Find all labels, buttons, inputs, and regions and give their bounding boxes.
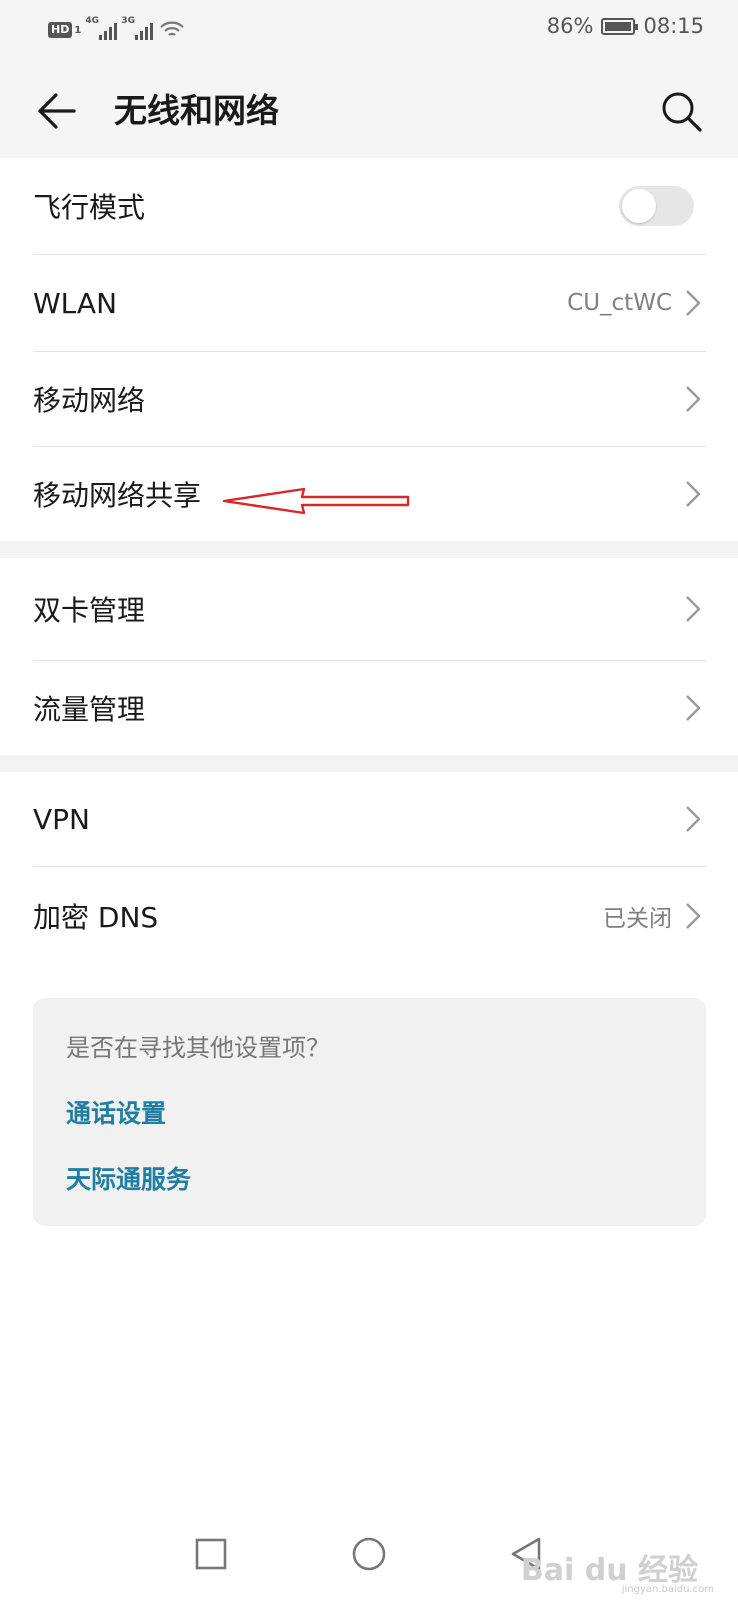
- app-bar: 无线和网络: [0, 64, 738, 158]
- private-dns-row[interactable]: 加密 DNS 已关闭: [0, 867, 738, 965]
- airplane-mode-toggle[interactable]: [619, 186, 694, 226]
- page-title: 无线和网络: [114, 91, 279, 130]
- battery-icon: [601, 17, 639, 35]
- chevron-right-icon: [686, 386, 701, 412]
- baidu-watermark: Bai du 经验: [520, 1553, 698, 1588]
- clock: 08:15: [643, 14, 704, 38]
- sim-number: 1: [74, 24, 82, 36]
- chevron-right-icon: [686, 695, 701, 721]
- watermark-url: jingyan.baidu.com: [621, 1584, 714, 1595]
- suggestions-card: 是否在寻找其他设置项？ 通话设置 天际通服务: [33, 998, 706, 1226]
- search-icon[interactable]: [658, 88, 704, 134]
- mobile-network-row[interactable]: 移动网络: [0, 352, 738, 446]
- data-usage-label: 流量管理: [33, 693, 146, 726]
- vpn-label: VPN: [33, 802, 90, 836]
- battery-percent: 86%: [546, 14, 594, 38]
- wlan-row[interactable]: WLAN CU_ctWC: [0, 255, 738, 351]
- home-circle-icon[interactable]: [349, 1534, 389, 1574]
- suggestions-question: 是否在寻找其他设置项？: [66, 1034, 330, 1062]
- sim2-signal-icon: 3G: [121, 16, 154, 40]
- annotation-arrow-icon: [222, 487, 410, 515]
- skytone-service-link[interactable]: 天际通服务: [66, 1160, 191, 1196]
- dual-sim-label: 双卡管理: [33, 594, 146, 627]
- recents-square-icon[interactable]: [191, 1534, 231, 1574]
- data-usage-row[interactable]: 流量管理: [0, 661, 738, 755]
- call-settings-link[interactable]: 通话设置: [66, 1094, 166, 1130]
- mobile-network-label: 移动网络: [33, 384, 146, 417]
- airplane-mode-label: 飞行模式: [33, 191, 146, 224]
- wlan-value: CU_ctWC: [567, 290, 672, 316]
- airplane-mode-row[interactable]: 飞行模式: [0, 158, 738, 254]
- dual-sim-row[interactable]: 双卡管理: [0, 558, 738, 660]
- status-bar: HD 1 4G 3G 86% 08:15: [0, 0, 738, 64]
- private-dns-label: 加密 DNS: [33, 901, 159, 934]
- back-arrow-icon[interactable]: [36, 91, 78, 131]
- chevron-right-icon: [686, 806, 701, 832]
- toggle-knob: [622, 189, 656, 223]
- wlan-label: WLAN: [33, 286, 118, 320]
- chevron-right-icon: [686, 481, 701, 507]
- tethering-label: 移动网络共享: [33, 479, 202, 512]
- private-dns-value: 已关闭: [603, 906, 672, 932]
- section-gap: [0, 541, 738, 558]
- chevron-right-icon: [686, 903, 701, 929]
- sim1-signal-icon: 4G: [85, 16, 118, 40]
- chevron-right-icon: [686, 290, 701, 316]
- wifi-icon: [160, 21, 185, 36]
- section-gap: [0, 755, 738, 772]
- hd-badge: HD: [48, 22, 73, 38]
- vpn-row[interactable]: VPN: [0, 772, 738, 866]
- chevron-right-icon: [686, 596, 701, 622]
